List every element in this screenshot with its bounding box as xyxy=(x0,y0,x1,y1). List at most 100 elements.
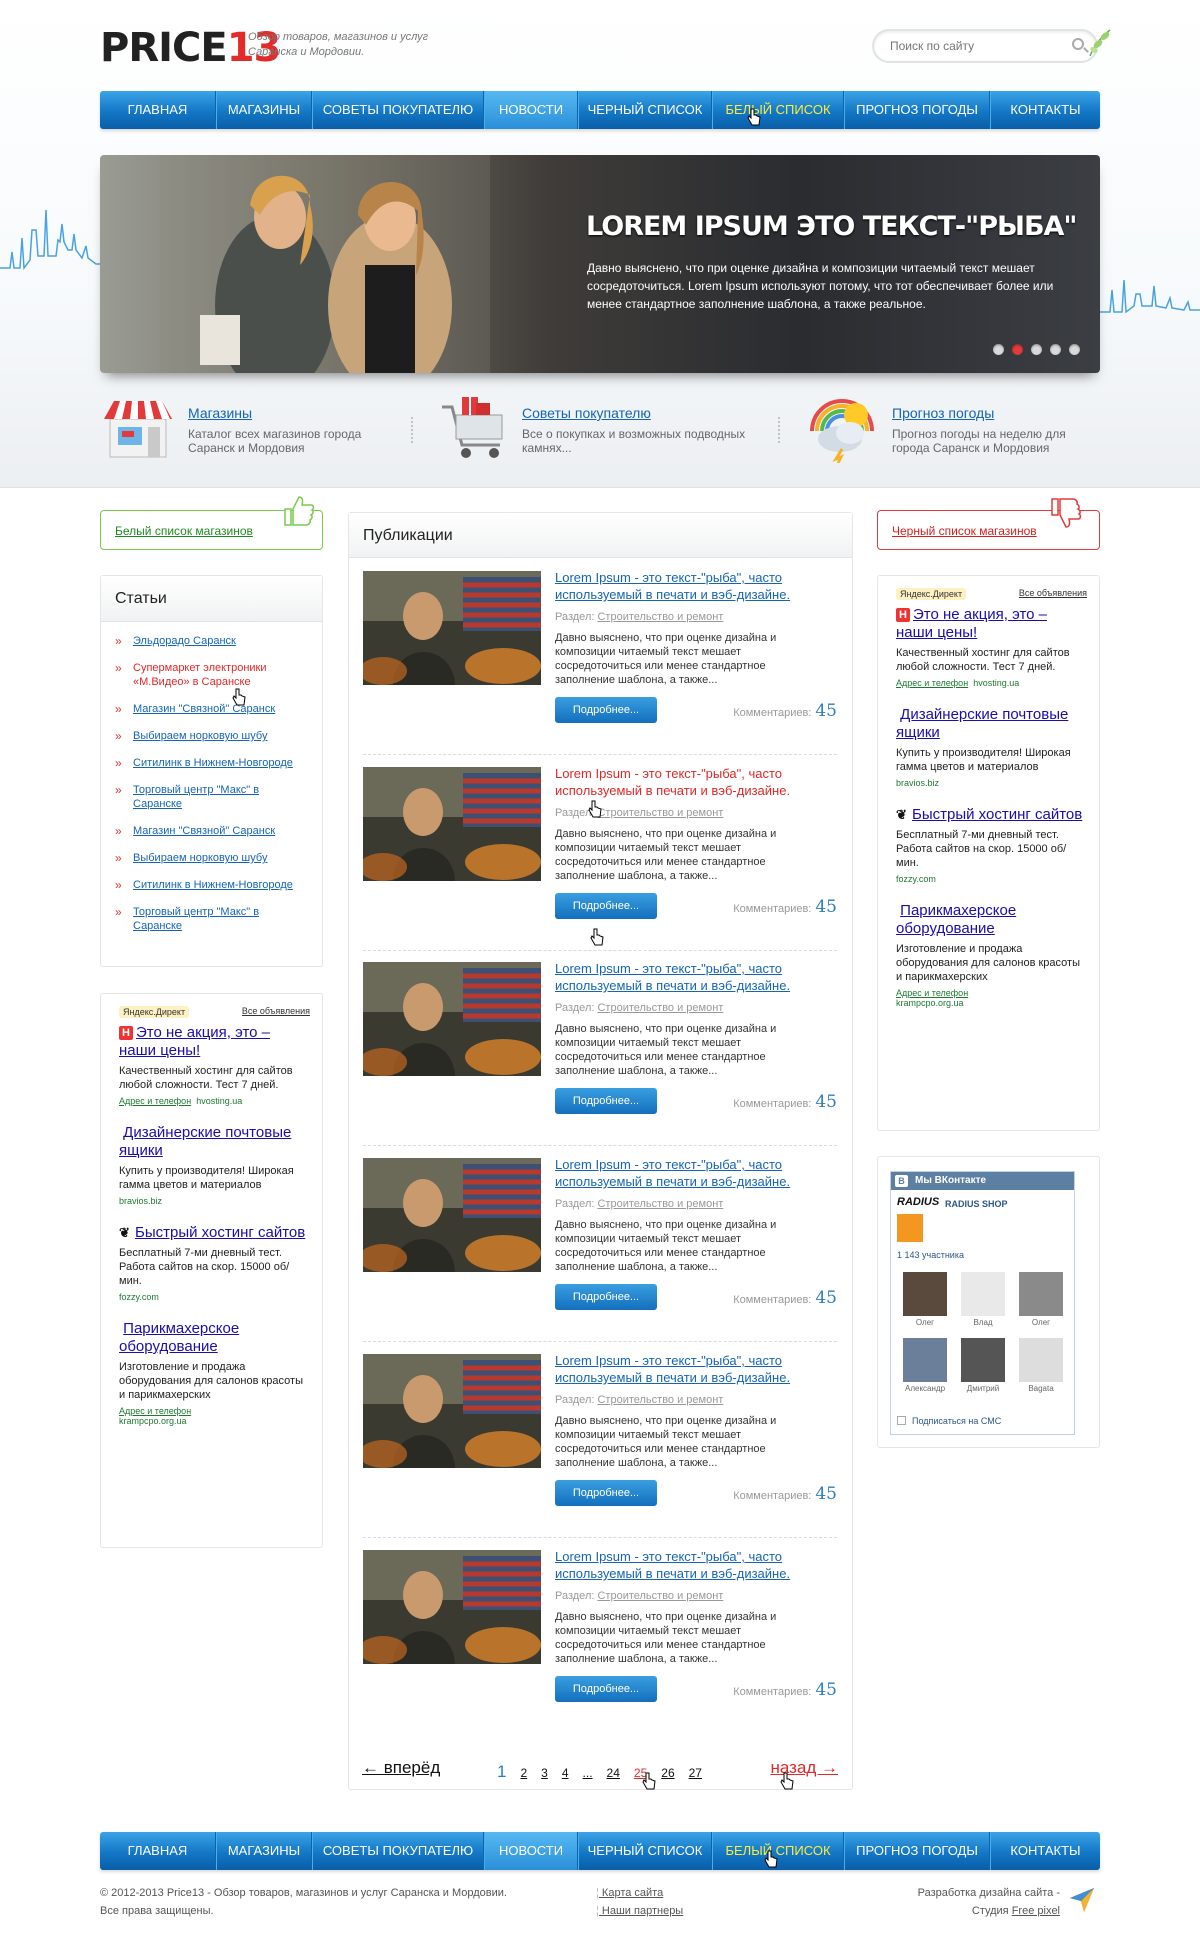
ad-title-link[interactable]: Дизайнерские почтовые ящики xyxy=(896,706,1068,741)
ad-title-link[interactable]: Парикмахерское оборудование xyxy=(896,902,1016,937)
publication-image[interactable] xyxy=(363,1550,541,1664)
read-more-button[interactable]: Подробнее... xyxy=(555,893,657,919)
publication-section-link[interactable]: Строительство и ремонт xyxy=(597,1590,723,1602)
nav-item-home[interactable]: ГЛАВНАЯ xyxy=(100,1832,216,1870)
publication-title-link[interactable]: Lorem Ipsum - это текст-"рыба", часто ис… xyxy=(555,1353,790,1385)
all-ads-link[interactable]: Все объявления xyxy=(242,1006,310,1018)
vk-member[interactable]: Bagata xyxy=(1019,1338,1063,1393)
publication-section-link[interactable]: Строительство и ремонт xyxy=(597,611,723,623)
feature-shops-link[interactable]: Магазины xyxy=(188,405,252,421)
ad-title-link[interactable]: Это не акция, это – наши цены! xyxy=(119,1024,270,1059)
vk-group-avatar[interactable] xyxy=(897,1214,923,1242)
nav-item-contacts[interactable]: КОНТАКТЫ xyxy=(990,91,1100,129)
ad-title-link[interactable]: Это не акция, это – наши цены! xyxy=(896,606,1047,641)
all-ads-link[interactable]: Все объявления xyxy=(1019,588,1087,600)
feature-tips-link[interactable]: Советы покупателю xyxy=(522,405,651,421)
slider-dot[interactable] xyxy=(993,344,1004,355)
nav-item-shops[interactable]: МАГАЗИНЫ xyxy=(216,91,312,129)
publication-section-link[interactable]: Строительство и ремонт xyxy=(597,807,723,819)
publication-title-link[interactable]: Lorem Ipsum - это текст-"рыба", часто ис… xyxy=(555,766,790,798)
black-list-link[interactable]: Черный список магазинов xyxy=(892,524,1037,538)
article-link[interactable]: Торговый центр "Макс" в Саранске xyxy=(133,906,259,932)
publication-section-link[interactable]: Строительство и ремонт xyxy=(597,1394,723,1406)
publication-section-link[interactable]: Строительство и ремонт xyxy=(597,1002,723,1014)
slider-dot[interactable] xyxy=(1031,344,1042,355)
nav-item-weather[interactable]: ПРОГНОЗ ПОГОДЫ xyxy=(844,91,990,129)
slider-dot-active[interactable] xyxy=(1012,344,1023,355)
publication-image[interactable] xyxy=(363,571,541,685)
checkbox-icon[interactable] xyxy=(897,1416,906,1425)
ad-contact-link[interactable]: Адрес и телефон xyxy=(119,1406,191,1416)
nav-item-blacklist[interactable]: ЧЕРНЫЙ СПИСОК xyxy=(578,91,712,129)
article-link[interactable]: Выбираем норковую шубу xyxy=(133,730,267,742)
publication-section-link[interactable]: Строительство и ремонт xyxy=(597,1198,723,1210)
publication-image[interactable] xyxy=(363,767,541,881)
vk-member[interactable]: Олег xyxy=(1019,1272,1063,1327)
article-link[interactable]: Эльдорадо Саранск xyxy=(133,635,236,647)
studio-link[interactable]: Free pixel xyxy=(1012,1905,1060,1917)
search-input[interactable] xyxy=(890,39,1060,53)
nav-item-tips[interactable]: СОВЕТЫ ПОКУПАТЕЛЮ xyxy=(312,1832,484,1870)
publication-title-link[interactable]: Lorem Ipsum - это текст-"рыба", часто ис… xyxy=(555,570,790,602)
page: PRICE 1 3 Обзор товаров, магазинов и услуг… xyxy=(0,0,1200,1939)
page-link[interactable]: 27 xyxy=(689,1766,702,1780)
article-link[interactable]: Торговый центр "Макс" в Саранске xyxy=(133,784,259,810)
read-more-button[interactable]: Подробнее... xyxy=(555,1480,657,1506)
page-link[interactable]: 2 xyxy=(520,1766,527,1780)
ad-title-link[interactable]: Быстрый хостинг сайтов xyxy=(135,1224,305,1241)
article-link[interactable]: Ситилинк в Нижнем-Новгороде xyxy=(133,757,293,769)
article-link[interactable]: Магазин "Связной" Саранск xyxy=(133,703,275,715)
page-link[interactable]: 3 xyxy=(541,1766,548,1780)
publication-title-link[interactable]: Lorem Ipsum - это текст-"рыба", часто ис… xyxy=(555,961,790,993)
sitemap-link[interactable]: Карта сайта xyxy=(596,1884,683,1902)
article-link[interactable]: Супермаркет электроники «М.Видео» в Сара… xyxy=(133,662,267,688)
read-more-button[interactable]: Подробнее... xyxy=(555,1088,657,1114)
slider-dot[interactable] xyxy=(1050,344,1061,355)
ad-contact-link[interactable]: Адрес и телефон xyxy=(119,1096,191,1106)
vk-subscribe[interactable]: Подписаться на СМС xyxy=(897,1416,1001,1426)
ad-title-link[interactable]: Быстрый хостинг сайтов xyxy=(912,806,1082,823)
nav-item-news[interactable]: НОВОСТИ xyxy=(484,1832,578,1870)
nav-item-whitelist[interactable]: БЕЛЫЙ СПИСОК xyxy=(712,91,844,129)
slider-dot[interactable] xyxy=(1069,344,1080,355)
ad-title-link[interactable]: Дизайнерские почтовые ящики xyxy=(119,1124,291,1159)
publication-title-link[interactable]: Lorem Ipsum - это текст-"рыба", часто ис… xyxy=(555,1549,790,1581)
vk-member[interactable]: Александр xyxy=(903,1338,947,1393)
section-label: Раздел: xyxy=(555,1590,595,1602)
nav-item-shops[interactable]: МАГАЗИНЫ xyxy=(216,1832,312,1870)
read-more-button[interactable]: Подробнее... xyxy=(555,1284,657,1310)
ad-contact-link[interactable]: Адрес и телефон xyxy=(896,988,968,998)
ad-title-link[interactable]: Парикмахерское оборудование xyxy=(119,1320,239,1355)
vk-member[interactable]: Влад xyxy=(961,1272,1005,1327)
nav-item-home[interactable]: ГЛАВНАЯ xyxy=(100,91,216,129)
vk-group-name[interactable]: RADIUS SHOP xyxy=(945,1199,1008,1209)
publication-title-link[interactable]: Lorem Ipsum - это текст-"рыба", часто ис… xyxy=(555,1157,790,1189)
publication-image[interactable] xyxy=(363,962,541,1076)
white-list-link[interactable]: Белый список магазинов xyxy=(115,524,253,538)
page-link[interactable]: 26 xyxy=(661,1766,674,1780)
nav-item-blacklist[interactable]: ЧЕРНЫЙ СПИСОК xyxy=(578,1832,712,1870)
page-link[interactable]: 24 xyxy=(607,1766,620,1780)
ad-text: Изготовление и продажа оборудования для … xyxy=(896,943,1080,983)
feature-weather-link[interactable]: Прогноз погоды xyxy=(892,405,994,421)
hero-slider[interactable]: LOREM IPSUM ЭТО ТЕКСТ-"РЫБА" Давно выясн… xyxy=(100,155,1100,373)
publication-image[interactable] xyxy=(363,1354,541,1468)
search-icon[interactable] xyxy=(1072,38,1084,50)
publication-image[interactable] xyxy=(363,1158,541,1272)
read-more-button[interactable]: Подробнее... xyxy=(555,697,657,723)
partners-link[interactable]: Наши партнеры xyxy=(596,1902,683,1920)
article-link[interactable]: Ситилинк в Нижнем-Новгороде xyxy=(133,879,293,891)
nav-item-contacts[interactable]: КОНТАКТЫ xyxy=(990,1832,1100,1870)
page-link[interactable]: 4 xyxy=(562,1766,569,1780)
pager-forward-link[interactable]: ← вперёд xyxy=(362,1758,440,1777)
ad-contact-link[interactable]: Адрес и телефон xyxy=(896,678,968,688)
article-link[interactable]: Выбираем норковую шубу xyxy=(133,852,267,864)
article-link[interactable]: Магазин "Связной" Саранск xyxy=(133,825,275,837)
read-more-button[interactable]: Подробнее... xyxy=(555,1676,657,1702)
vk-member[interactable]: Дмитрий xyxy=(961,1338,1005,1393)
nav-item-whitelist[interactable]: БЕЛЫЙ СПИСОК xyxy=(712,1832,844,1870)
nav-item-tips[interactable]: СОВЕТЫ ПОКУПАТЕЛЮ xyxy=(312,91,484,129)
nav-item-weather[interactable]: ПРОГНОЗ ПОГОДЫ xyxy=(844,1832,990,1870)
vk-member[interactable]: Олег xyxy=(903,1272,947,1327)
nav-item-news[interactable]: НОВОСТИ xyxy=(484,91,578,129)
